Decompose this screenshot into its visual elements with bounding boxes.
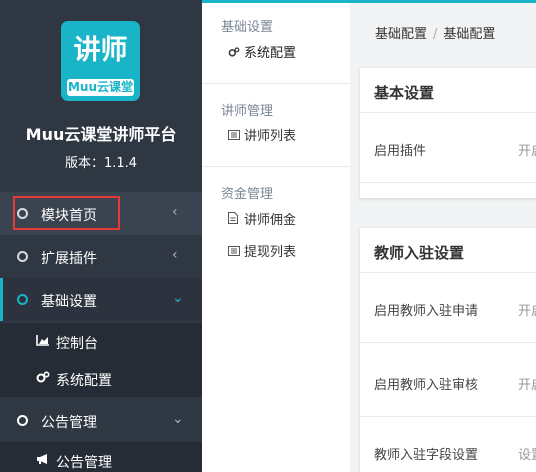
secondary-menu: 基础设置 系统配置 讲师管理 讲师列表 资金管理 讲师佣金 提现列表	[202, 0, 350, 472]
cogs-icon	[36, 371, 50, 386]
submenu-group-title: 讲师管理	[221, 104, 274, 119]
setting-value[interactable]: 开启	[518, 140, 536, 159]
sidebar-item-label: 基础设置	[41, 294, 97, 310]
logo-text: 讲师	[73, 35, 128, 66]
settings-card-teacher: 教师入驻设置 启用教师入驻申请 开启 启用教师入驻审核 开启 教师入驻字段设置 …	[360, 228, 536, 472]
app-logo: 讲师 Muu云课堂	[61, 21, 140, 101]
sidebar-subitem-label: 系统配置	[56, 373, 112, 389]
setting-label: 启用教师入驻审核	[374, 378, 479, 393]
list-card-icon	[228, 246, 244, 259]
setting-label: 教师入驻字段设置	[374, 448, 479, 463]
submenu-group-title: 资金管理	[221, 187, 274, 202]
highlight-box	[13, 196, 120, 230]
divider	[202, 83, 350, 84]
sidebar-subitem-label: 控制台	[56, 336, 98, 352]
area-chart-icon	[36, 334, 50, 349]
sidebar-item-label: 扩展插件	[41, 251, 97, 267]
version-label: 版本：1.1.4	[64, 156, 138, 171]
submenu-link-label: 讲师佣金	[244, 213, 297, 228]
chevron-left-icon: ‹	[172, 247, 178, 263]
submenu-link-system-config[interactable]: 系统配置	[228, 42, 296, 61]
breadcrumb-separator: /	[433, 27, 438, 42]
setting-value[interactable]: 开启	[518, 374, 536, 393]
sidebar-subitem-label: 公告管理	[56, 455, 112, 471]
setting-value[interactable]: 开启	[518, 300, 536, 319]
sidebar-item-label: 公告管理	[41, 415, 97, 431]
divider	[202, 166, 350, 167]
chevron-left-icon: ‹	[172, 204, 178, 220]
divider	[360, 272, 536, 273]
submenu-link-label: 系统配置	[244, 46, 297, 61]
settings-card-basic: 基本设置 启用插件 开启	[360, 68, 536, 198]
platform-title: Muu云课堂讲师平台	[25, 125, 177, 144]
active-indicator	[0, 278, 3, 321]
submenu-link-label: 讲师列表	[244, 129, 297, 144]
document-icon	[228, 212, 244, 227]
breadcrumb: 基础配置 / 基础配置	[375, 23, 495, 42]
divider	[360, 416, 536, 417]
submenu-link-label: 提现列表	[244, 245, 297, 260]
setting-label: 启用插件	[374, 144, 427, 159]
setting-label: 启用教师入驻申请	[374, 304, 479, 319]
circle-icon	[17, 294, 28, 305]
submenu-link-lecturer-list[interactable]: 讲师列表	[228, 125, 296, 144]
sidebar-item-basic-settings[interactable]: 基础设置 ⌄	[0, 278, 202, 321]
breadcrumb-item[interactable]: 基础配置	[375, 27, 427, 42]
divider	[360, 112, 536, 113]
setting-value[interactable]: 设置	[518, 444, 536, 463]
sidebar-item-extensions[interactable]: 扩展插件 ‹	[0, 235, 202, 278]
list-card-icon	[228, 130, 244, 143]
breadcrumb-item: 基础配置	[443, 27, 496, 42]
submenu-link-withdraw-list[interactable]: 提现列表	[228, 241, 296, 260]
divider	[360, 342, 536, 343]
bullhorn-icon	[36, 453, 50, 468]
main-content: 基础配置 / 基础配置 基本设置 启用插件 开启 教师入驻设置 启用教师入驻申请 开…	[350, 3, 536, 472]
chevron-down-icon: ⌄	[172, 411, 184, 427]
submenu-group-title: 基础设置	[221, 20, 274, 35]
sidebar-brand: 讲师 Muu云课堂 Muu云课堂讲师平台 版本：1.1.4	[0, 0, 202, 192]
sidebar-subitem-notice[interactable]: 公告管理	[0, 442, 202, 472]
circle-icon	[17, 415, 28, 426]
sidebar-item-notice[interactable]: 公告管理 ⌄	[0, 399, 202, 442]
submenu-link-lecturer-commission[interactable]: 讲师佣金	[228, 209, 296, 228]
logo-subtext: Muu云课堂	[67, 79, 134, 96]
card-title: 基本设置	[374, 84, 435, 102]
circle-icon	[17, 251, 28, 262]
sidebar-subitem-console[interactable]: 控制台	[0, 323, 202, 360]
cogs-icon	[228, 47, 244, 60]
sidebar-subitem-system-config[interactable]: 系统配置	[0, 360, 202, 397]
card-title: 教师入驻设置	[374, 244, 465, 262]
divider	[360, 182, 536, 183]
chevron-down-icon: ⌄	[172, 290, 184, 306]
